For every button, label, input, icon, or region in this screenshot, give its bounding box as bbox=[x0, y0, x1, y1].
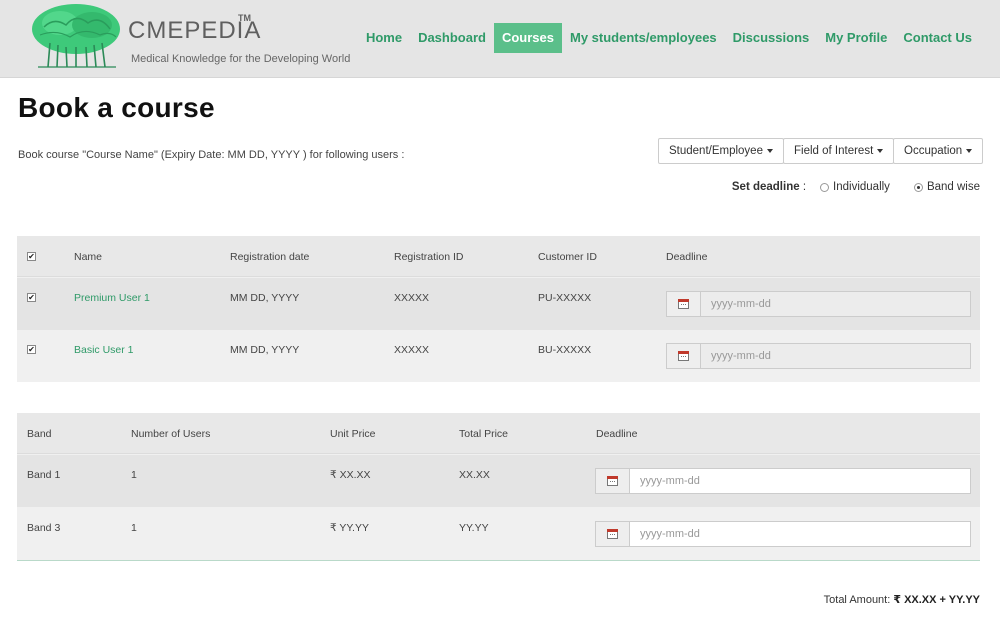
student-employee-dropdown[interactable]: Student/Employee bbox=[658, 138, 784, 164]
registration-id: XXXXX bbox=[394, 292, 430, 304]
brand-trademark: TM bbox=[238, 13, 251, 23]
set-deadline-options: Set deadline : Individually Band wise bbox=[732, 181, 980, 193]
radio-checked-icon bbox=[913, 182, 923, 192]
nav-discussions[interactable]: Discussions bbox=[725, 23, 818, 53]
users-table: ✔ Name Registration date Registration ID… bbox=[17, 236, 980, 382]
bands-table: Band Number of Users Unit Price Total Pr… bbox=[17, 413, 980, 561]
users-table-header: ✔ Name Registration date Registration ID… bbox=[17, 236, 980, 277]
site-header: CMEPEDIA TM Medical Knowledge for the De… bbox=[0, 0, 1000, 78]
set-deadline-label: Set deadline : bbox=[732, 181, 806, 193]
registration-id: XXXXX bbox=[394, 344, 430, 356]
nav-my-profile[interactable]: My Profile bbox=[817, 23, 895, 53]
header-deadline: Deadline bbox=[666, 251, 708, 263]
caret-down-icon bbox=[966, 148, 973, 153]
student-employee-label: Student/Employee bbox=[669, 145, 763, 157]
header-customer-id: Customer ID bbox=[538, 251, 597, 263]
nav-my-students-employees[interactable]: My students/employees bbox=[562, 23, 725, 53]
deadline-band-wise-label: Band wise bbox=[926, 181, 980, 193]
header-unit-price: Unit Price bbox=[330, 428, 376, 440]
calendar-addon bbox=[667, 344, 701, 368]
deadline-band-wise-radio[interactable]: Band wise bbox=[913, 181, 980, 193]
date-placeholder: yyyy-mm-dd bbox=[640, 528, 700, 540]
table-row: ✔ Basic User 1 MM DD, YYYY XXXXX BU-XXXX… bbox=[17, 330, 980, 382]
total-price: YY.YY bbox=[459, 522, 489, 534]
number-of-users: 1 bbox=[131, 469, 137, 481]
table-row: Band 3 1 ₹ YY.YY YY.YY yyyy-mm-dd bbox=[17, 508, 980, 560]
customer-id: PU-XXXXX bbox=[538, 292, 592, 304]
select-all-checkbox[interactable]: ✔ bbox=[27, 252, 36, 261]
set-deadline-colon: : bbox=[802, 181, 807, 193]
date-placeholder: yyyy-mm-dd bbox=[711, 298, 771, 310]
occupation-label: Occupation bbox=[904, 145, 963, 157]
nav-courses[interactable]: Courses bbox=[493, 23, 562, 53]
header-number-of-users: Number of Users bbox=[131, 428, 211, 440]
occupation-dropdown[interactable]: Occupation bbox=[893, 138, 984, 164]
band-deadline-date-input[interactable]: yyyy-mm-dd bbox=[595, 521, 971, 547]
deadline-individually-label: Individually bbox=[833, 181, 890, 193]
calendar-icon bbox=[607, 476, 618, 486]
unit-price: ₹ XX.XX bbox=[330, 469, 371, 481]
header-name: Name bbox=[74, 251, 103, 263]
calendar-addon[interactable] bbox=[596, 522, 630, 546]
field-of-interest-dropdown[interactable]: Field of Interest bbox=[783, 138, 895, 164]
calendar-icon bbox=[678, 351, 689, 361]
customer-id: BU-XXXXX bbox=[538, 344, 592, 356]
header-band: Band bbox=[27, 428, 52, 440]
site-logo[interactable]: CMEPEDIA TM Medical Knowledge for the De… bbox=[30, 3, 360, 71]
row-checkbox[interactable]: ✔ bbox=[27, 293, 36, 302]
bands-table-header: Band Number of Users Unit Price Total Pr… bbox=[17, 413, 980, 454]
header-total-price: Total Price bbox=[459, 428, 509, 440]
header-deadline: Deadline bbox=[596, 428, 638, 440]
nav-home[interactable]: Home bbox=[358, 23, 410, 53]
caret-down-icon bbox=[766, 148, 773, 153]
total-amount-label: Total Amount: bbox=[823, 594, 891, 606]
deadline-individually-radio[interactable]: Individually bbox=[820, 181, 890, 193]
registration-date: MM DD, YYYY bbox=[230, 344, 300, 356]
date-placeholder: yyyy-mm-dd bbox=[711, 350, 771, 362]
total-price: XX.XX bbox=[459, 469, 490, 481]
total-amount-value: ₹ XX.XX + YY.YY bbox=[893, 594, 980, 606]
number-of-users: 1 bbox=[131, 522, 137, 534]
header-registration-date: Registration date bbox=[230, 251, 310, 263]
row-checkbox[interactable]: ✔ bbox=[27, 345, 36, 354]
user-name-link[interactable]: Basic User 1 bbox=[74, 344, 134, 356]
calendar-addon[interactable] bbox=[596, 469, 630, 493]
main-nav: Home Dashboard Courses My students/emplo… bbox=[358, 23, 980, 53]
user-name-link[interactable]: Premium User 1 bbox=[74, 292, 150, 304]
table-row: Band 1 1 ₹ XX.XX XX.XX yyyy-mm-dd bbox=[17, 455, 980, 507]
field-of-interest-label: Field of Interest bbox=[794, 145, 874, 157]
deadline-date-input: yyyy-mm-dd bbox=[666, 291, 971, 317]
unit-price: ₹ YY.YY bbox=[330, 522, 369, 534]
calendar-addon bbox=[667, 292, 701, 316]
registration-date: MM DD, YYYY bbox=[230, 292, 300, 304]
band-name: Band 3 bbox=[27, 522, 61, 534]
brand-tagline: Medical Knowledge for the Developing Wor… bbox=[131, 53, 351, 65]
header-registration-id: Registration ID bbox=[394, 251, 464, 263]
table-row: ✔ Premium User 1 MM DD, YYYY XXXXX PU-XX… bbox=[17, 278, 980, 330]
radio-unchecked-icon bbox=[820, 182, 830, 192]
date-placeholder: yyyy-mm-dd bbox=[640, 475, 700, 487]
set-deadline-label-text: Set deadline bbox=[731, 181, 800, 193]
page-title: Book a course bbox=[18, 92, 215, 123]
band-name: Band 1 bbox=[27, 469, 61, 481]
caret-down-icon bbox=[877, 148, 884, 153]
deadline-date-input: yyyy-mm-dd bbox=[666, 343, 971, 369]
booking-intro-text: Book course "Course Name" (Expiry Date: … bbox=[18, 149, 405, 161]
total-amount: Total Amount: ₹ XX.XX + YY.YY bbox=[824, 593, 980, 606]
nav-dashboard[interactable]: Dashboard bbox=[410, 23, 494, 53]
calendar-icon bbox=[607, 529, 618, 539]
calendar-icon bbox=[678, 299, 689, 309]
brain-tree-logo-icon bbox=[32, 4, 120, 68]
nav-contact-us[interactable]: Contact Us bbox=[895, 23, 980, 53]
band-deadline-date-input[interactable]: yyyy-mm-dd bbox=[595, 468, 971, 494]
